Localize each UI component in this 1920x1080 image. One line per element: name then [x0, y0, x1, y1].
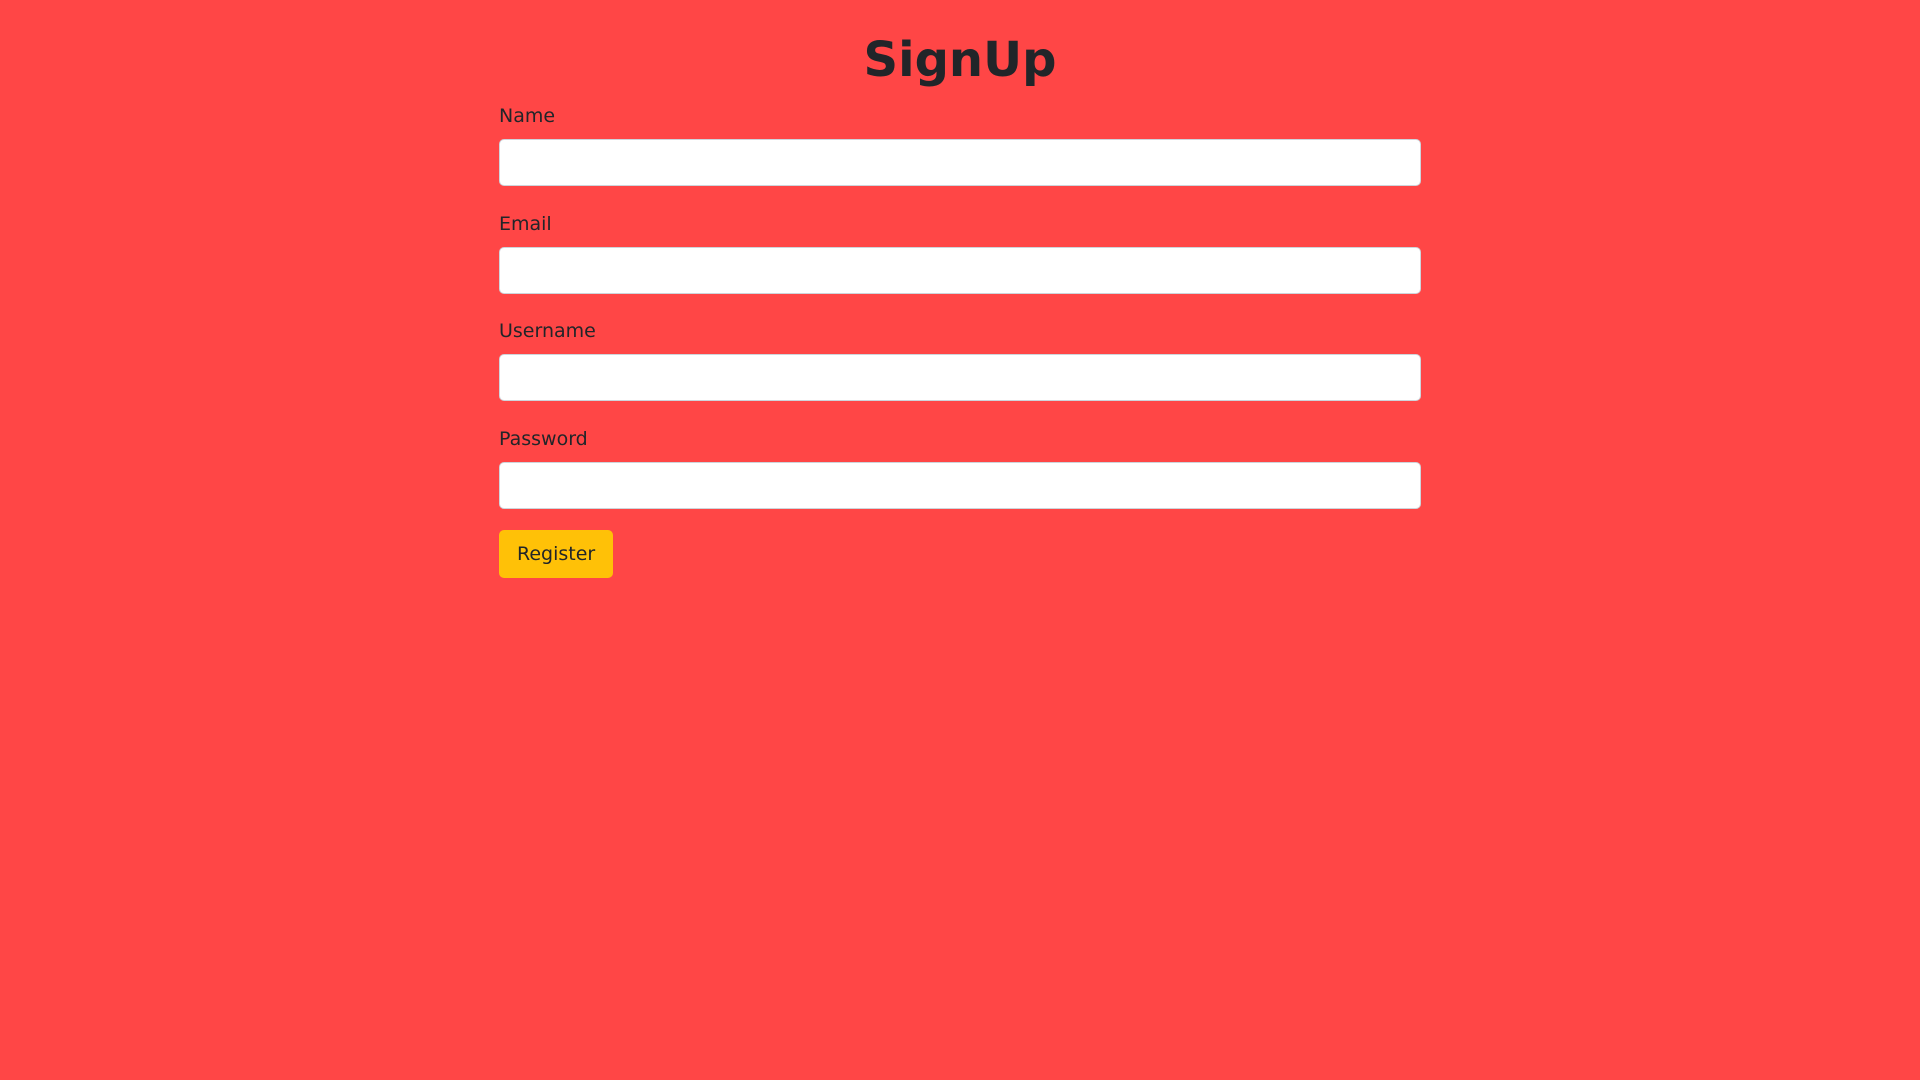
password-input[interactable] — [499, 462, 1421, 509]
password-label: Password — [499, 428, 588, 450]
name-field-group: Name — [499, 104, 1421, 186]
signup-form: SignUp Name Email Username Password Regi… — [499, 0, 1421, 578]
username-label: Username — [499, 320, 596, 342]
email-field-group: Email — [499, 212, 1421, 294]
register-button[interactable]: Register — [499, 530, 614, 578]
page-title: SignUp — [863, 32, 1057, 88]
password-field-group: Password — [499, 427, 1421, 509]
signup-page: SignUp Name Email Username Password Regi… — [0, 0, 1920, 1080]
name-input[interactable] — [499, 139, 1421, 186]
username-field-group: Username — [499, 319, 1421, 401]
username-input[interactable] — [499, 354, 1421, 401]
name-label: Name — [499, 105, 556, 127]
email-label: Email — [499, 213, 552, 235]
email-input[interactable] — [499, 247, 1421, 294]
